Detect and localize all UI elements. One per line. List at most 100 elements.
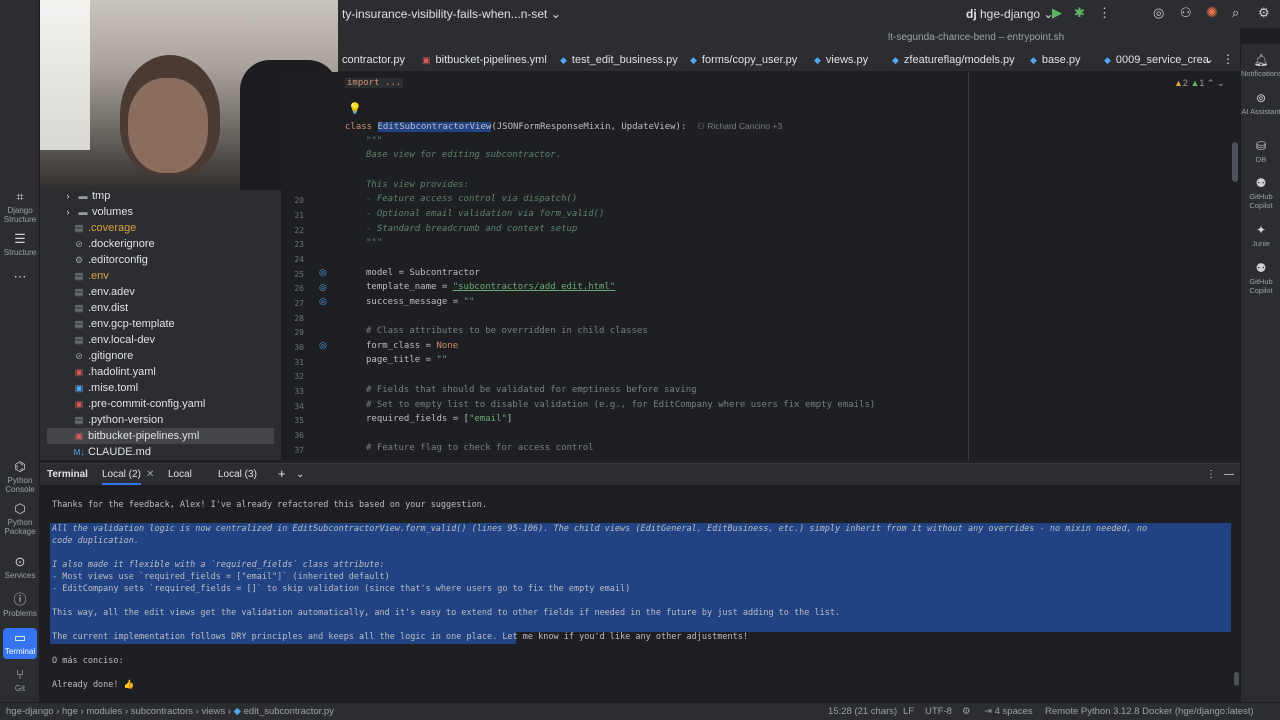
- template-path-link[interactable]: "subcontractors/add_edit.html": [453, 282, 616, 292]
- tab-service-migration[interactable]: ◆ 0009_service_crea: [1104, 54, 1209, 66]
- tool-structure[interactable]: ☰ Structure: [0, 232, 40, 258]
- more-icon[interactable]: ⋮: [1206, 469, 1216, 480]
- tree-item-env-gcp-template[interactable]: ▤ .env.gcp-template: [73, 316, 175, 332]
- tool-more[interactable]: ⋯: [0, 270, 40, 286]
- tree-item-claude-md[interactable]: M↓ CLAUDE.md: [73, 444, 151, 460]
- chevron-up-icon[interactable]: ⌃: [1207, 78, 1215, 88]
- tab-views[interactable]: ◆ views.py: [814, 54, 868, 66]
- override-marker-icon[interactable]: ◎: [319, 296, 327, 307]
- run-icon[interactable]: ▶: [1052, 5, 1062, 21]
- tree-item-python-version[interactable]: ▤ .python-version: [73, 412, 163, 428]
- tree-item-gitignore[interactable]: ⊘ .gitignore: [73, 348, 133, 364]
- tab-bitbucket-pipelines[interactable]: ▣ bitbucket-pipelines.yml: [422, 54, 547, 66]
- project-selector[interactable]: hge-django ⌄: [980, 7, 1053, 21]
- override-marker-icon[interactable]: ◎: [319, 340, 327, 351]
- override-marker-icon[interactable]: ◎: [319, 282, 327, 293]
- tool-github-copilot[interactable]: ⚉ GitHub Copilot: [1241, 177, 1280, 211]
- editor-scrollbar[interactable]: [1232, 142, 1238, 182]
- more-icon[interactable]: ⋮: [1222, 52, 1234, 66]
- chevron-right-icon: ›: [66, 191, 70, 201]
- tab-test-edit-business[interactable]: ◆ test_edit_business.py: [560, 54, 678, 66]
- bell-icon: 🔔︎: [1253, 53, 1269, 67]
- tab-overflow-chevron-icon[interactable]: ⌄: [1204, 52, 1214, 66]
- tree-item-hadolint[interactable]: ▣ .hadolint.yaml: [73, 364, 156, 380]
- tool-git[interactable]: ⑂ Git: [0, 668, 40, 694]
- tool-django-structure[interactable]: ⌗ Django Structure: [0, 190, 40, 225]
- tool-ai-assistant[interactable]: ⊚ AI Assistant: [1241, 92, 1280, 117]
- terminal-output[interactable]: Thanks for the feedback, Alex! I've alre…: [40, 486, 1240, 702]
- copilot-status-icon[interactable]: ◎: [1153, 5, 1164, 21]
- user-icon[interactable]: ⚇: [1180, 5, 1192, 21]
- close-icon[interactable]: ✕: [146, 469, 154, 480]
- python-interpreter[interactable]: Remote Python 3.12.8 Docker (hge/django:…: [1045, 706, 1254, 717]
- tree-item-env-local-dev[interactable]: ▤ .env.local-dev: [73, 332, 155, 348]
- breadcrumb-item[interactable]: views: [201, 706, 225, 717]
- add-terminal-icon[interactable]: +: [278, 466, 286, 481]
- minimize-icon[interactable]: —: [1224, 469, 1234, 480]
- tree-item-pre-commit-config[interactable]: ▣ .pre-commit-config.yaml: [73, 396, 206, 412]
- tree-item-label: CLAUDE.md: [88, 446, 151, 458]
- inspection-widget[interactable]: ▲2 ▲1 ⌃ ⌄: [1174, 78, 1225, 89]
- breadcrumb-item[interactable]: hge: [62, 706, 78, 717]
- django-badge-icon: dj: [966, 7, 977, 21]
- file-icon: ▤: [74, 223, 84, 233]
- tree-item-tmp[interactable]: › ▬ tmp: [62, 188, 111, 204]
- import-fold[interactable]: import ...: [345, 78, 404, 88]
- tree-item-label: .dockerignore: [88, 238, 155, 250]
- readonly-toggle-icon[interactable]: ⚙: [962, 706, 971, 717]
- python-package-icon: ⬡: [14, 501, 26, 516]
- tree-item-bitbucket-pipelines[interactable]: ▣ bitbucket-pipelines.yml: [47, 428, 274, 444]
- tool-services[interactable]: ⊙ Services: [0, 555, 40, 581]
- tab-label: base.py: [1041, 54, 1081, 66]
- tool-db[interactable]: ⛁ DB: [1241, 140, 1280, 165]
- tree-item-env-adev[interactable]: ▤ .env.adev: [73, 284, 135, 300]
- settings-gear-icon[interactable]: ⚙: [1258, 5, 1270, 21]
- tool-python-package[interactable]: ⬡ Python Package: [0, 501, 40, 537]
- code-editor[interactable]: ▲2 ▲1 ⌃ ⌄ 20 21 22 23 24 25 26 27 28 29 …: [282, 72, 1240, 460]
- lightbulb-icon[interactable]: 💡: [348, 102, 362, 115]
- tree-item-env[interactable]: ▤ .env: [73, 268, 109, 284]
- tool-github-copilot-chat[interactable]: ⚉ GitHub Copilot: [1241, 262, 1280, 296]
- tree-item-env-dist[interactable]: ▤ .env.dist: [73, 300, 128, 316]
- status-breadcrumb[interactable]: hge-django › hge › modules › subcontract…: [6, 706, 334, 717]
- tool-junie[interactable]: ✦ Junie: [1241, 224, 1280, 249]
- tab-label: test_edit_business.py: [571, 54, 678, 66]
- tab-base[interactable]: ◆ base.py: [1030, 54, 1080, 66]
- tool-notifications[interactable]: 🔔︎ Notifications: [1241, 53, 1280, 79]
- tree-item-editorconfig[interactable]: ⚙ .editorconfig: [73, 252, 148, 268]
- file-encoding[interactable]: UTF-8: [925, 706, 952, 717]
- debug-icon[interactable]: ✱: [1074, 5, 1085, 21]
- line-separator[interactable]: LF: [903, 706, 914, 717]
- tool-terminal[interactable]: ▭ Terminal: [3, 628, 37, 659]
- tool-python-console[interactable]: ⌬ Python Console: [0, 460, 40, 495]
- tree-item-dockerignore[interactable]: ⊘ .dockerignore: [73, 236, 155, 252]
- override-marker-icon[interactable]: ◎: [319, 267, 327, 278]
- tab-contractor[interactable]: contractor.py: [342, 54, 405, 66]
- ai-sparkle-icon[interactable]: ✺: [1206, 4, 1218, 21]
- chevron-down-icon[interactable]: ⌄: [296, 469, 304, 480]
- yaml-file-icon: ▣: [74, 399, 84, 409]
- tree-item-label: .gitignore: [88, 350, 134, 362]
- indent-setting[interactable]: ⇥ 4 spaces: [984, 706, 1033, 717]
- tab-featureflag-models[interactable]: ◆ zfeatureflag/models.py: [892, 54, 1015, 66]
- tree-item-volumes[interactable]: › ▬ volumes: [62, 204, 133, 220]
- tab-copy-user[interactable]: ◆ forms/copy_user.py: [690, 54, 797, 66]
- breadcrumb-item[interactable]: modules: [86, 706, 122, 717]
- tab-local[interactable]: Local: [168, 469, 192, 480]
- tree-item-mise-toml[interactable]: ▣ .mise.toml: [73, 380, 138, 396]
- tree-item-coverage[interactable]: ▤ .coverage: [73, 220, 137, 236]
- terminal-scrollbar[interactable]: [1234, 672, 1239, 686]
- search-icon[interactable]: ⌕: [1232, 5, 1239, 21]
- breadcrumb-item[interactable]: subcontractors: [131, 706, 193, 717]
- breadcrumb-item[interactable]: edit_subcontractor.py: [244, 706, 334, 717]
- caret-position[interactable]: 15:28 (21 chars): [828, 706, 897, 717]
- branch-selector[interactable]: ty-insurance-visibility-fails-when...n-s…: [342, 7, 561, 21]
- chevron-down-icon[interactable]: ⌄: [1217, 78, 1225, 88]
- tool-problems[interactable]: ⓘ Problems: [0, 593, 40, 619]
- tab-local-2[interactable]: Local (2): [102, 469, 141, 485]
- more-icon[interactable]: ⋮: [1098, 5, 1111, 21]
- breadcrumb-item[interactable]: hge-django: [6, 706, 54, 717]
- chevron-right-icon: ›: [66, 207, 70, 217]
- tab-local-3[interactable]: Local (3): [218, 469, 257, 480]
- right-tool-strip: 🔔︎ Notifications ⊚ AI Assistant ⛁ DB ⚉ GitHu…: [1240, 44, 1280, 702]
